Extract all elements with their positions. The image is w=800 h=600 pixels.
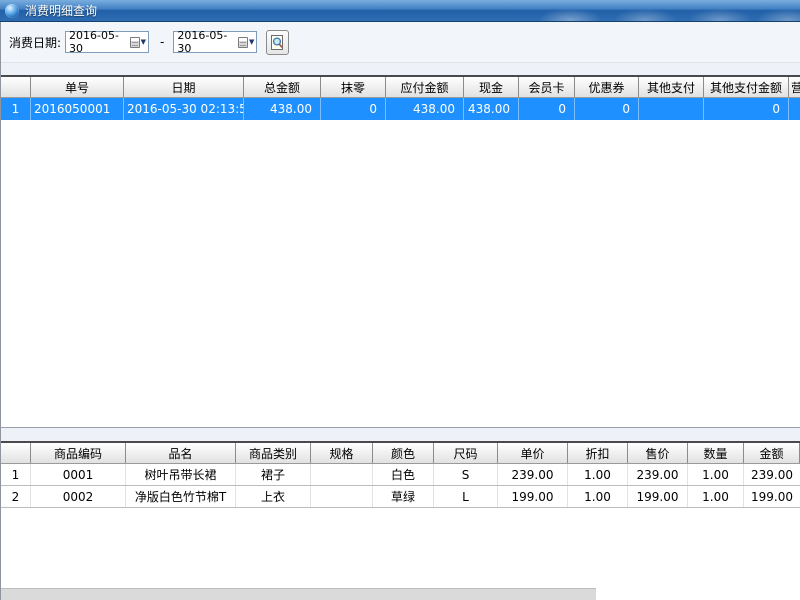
order-no-cell: 2016050001 <box>31 98 124 120</box>
date-from-value: 2016-05-30 <box>69 29 130 55</box>
item-unit-price-cell: 199.00 <box>498 486 568 507</box>
orders-header-other-payment-amount: 其他支付金额 <box>704 77 789 97</box>
items-table: 商品编码 品名 商品类别 规格 颜色 尺码 单价 折扣 售价 数量 金额 1 0… <box>1 441 800 588</box>
date-from-calendar-dropdown-icon[interactable]: ▼ <box>130 37 146 48</box>
order-rownum-cell: 1 <box>1 98 31 120</box>
orders-header-round-off: 抹零 <box>321 77 386 97</box>
app-globe-icon <box>5 4 19 18</box>
status-strip <box>1 588 596 600</box>
items-header-category: 商品类别 <box>236 443 311 463</box>
orders-table-empty-area <box>1 120 800 427</box>
items-table-empty-area <box>1 508 800 588</box>
order-cash-cell: 438.00 <box>464 98 519 120</box>
date-to-calendar-dropdown-icon[interactable]: ▼ <box>238 37 254 48</box>
order-clipped-cell <box>789 98 800 120</box>
date-range-label: 消费日期: <box>9 34 61 51</box>
item-amount-cell: 199.00 <box>744 486 800 507</box>
date-from-input[interactable]: 2016-05-30 ▼ <box>65 31 149 53</box>
items-header-sale-price: 售价 <box>628 443 688 463</box>
toolbar: 消费日期: 2016-05-30 ▼ - 2016-05-30 ▼ <box>1 22 800 62</box>
item-name-cell: 净版白色竹节棉T <box>126 486 236 507</box>
item-qty-cell: 1.00 <box>688 464 744 485</box>
items-table-row-1[interactable]: 1 0001 树叶吊带长裙 裙子 白色 S 239.00 1.00 239.00… <box>1 464 800 486</box>
chevron-down-icon: ▼ <box>249 39 254 46</box>
calendar-icon <box>130 37 140 48</box>
date-range-separator: - <box>160 35 164 49</box>
app-window: 消费明细查询 消费日期: 2016-05-30 ▼ - 2016-05-30 ▼ <box>0 0 800 600</box>
items-header-spec: 规格 <box>311 443 373 463</box>
item-category-cell: 上衣 <box>236 486 311 507</box>
order-date-cell: 2016-05-30 02:13:50 <box>124 98 244 120</box>
item-color-cell: 草绿 <box>373 486 434 507</box>
item-name-cell: 树叶吊带长裙 <box>126 464 236 485</box>
orders-table-row-selected[interactable]: 1 2016050001 2016-05-30 02:13:50 438.00 … <box>1 98 800 120</box>
items-header-qty: 数量 <box>688 443 744 463</box>
item-rownum-cell: 1 <box>1 464 31 485</box>
item-amount-cell: 239.00 <box>744 464 800 485</box>
orders-header-member-card: 会员卡 <box>519 77 575 97</box>
items-header-discount: 折扣 <box>568 443 628 463</box>
status-bar <box>1 588 800 600</box>
chevron-down-icon: ▼ <box>141 39 146 46</box>
date-to-value: 2016-05-30 <box>177 29 238 55</box>
window-content: 消费日期: 2016-05-30 ▼ - 2016-05-30 ▼ <box>0 22 800 600</box>
item-rownum-cell: 2 <box>1 486 31 507</box>
toolbar-table-divider <box>1 62 800 75</box>
orders-header-order-no: 单号 <box>31 77 124 97</box>
search-button[interactable] <box>266 30 289 55</box>
order-member-card-cell: 0 <box>519 98 575 120</box>
orders-header-coupon: 优惠券 <box>575 77 639 97</box>
items-header-amount: 金额 <box>744 443 800 463</box>
items-header-color: 颜色 <box>373 443 434 463</box>
orders-header-other-payment: 其他支付 <box>639 77 704 97</box>
item-size-cell: S <box>434 464 498 485</box>
item-spec-cell <box>311 464 373 485</box>
item-sale-price-cell: 239.00 <box>628 464 688 485</box>
item-discount-cell: 1.00 <box>568 464 628 485</box>
tables-divider <box>1 428 800 441</box>
items-table-header: 商品编码 品名 商品类别 规格 颜色 尺码 单价 折扣 售价 数量 金额 <box>1 441 800 464</box>
item-unit-price-cell: 239.00 <box>498 464 568 485</box>
orders-header-date: 日期 <box>124 77 244 97</box>
items-header-rownum <box>1 443 31 463</box>
order-payable-cell: 438.00 <box>386 98 464 120</box>
item-color-cell: 白色 <box>373 464 434 485</box>
orders-table-header: 单号 日期 总金额 抹零 应付金额 现金 会员卡 优惠券 其他支付 其他支付金额… <box>1 75 800 98</box>
date-to-input[interactable]: 2016-05-30 ▼ <box>173 31 257 53</box>
items-table-row-2[interactable]: 2 0002 净版白色竹节棉T 上衣 草绿 L 199.00 1.00 199.… <box>1 486 800 508</box>
item-code-cell: 0001 <box>31 464 126 485</box>
titlebar: 消费明细查询 <box>0 0 800 22</box>
item-discount-cell: 1.00 <box>568 486 628 507</box>
orders-header-total: 总金额 <box>244 77 321 97</box>
order-other-payment-amount-cell: 0 <box>704 98 789 120</box>
orders-header-payable: 应付金额 <box>386 77 464 97</box>
search-document-icon <box>270 34 285 51</box>
item-category-cell: 裙子 <box>236 464 311 485</box>
items-header-name: 品名 <box>126 443 236 463</box>
item-code-cell: 0002 <box>31 486 126 507</box>
orders-header-cash: 现金 <box>464 77 519 97</box>
order-round-off-cell: 0 <box>321 98 386 120</box>
calendar-icon <box>238 37 248 48</box>
order-other-payment-cell <box>639 98 704 120</box>
orders-header-clipped: 营 <box>789 77 800 97</box>
order-total-cell: 438.00 <box>244 98 321 120</box>
item-sale-price-cell: 199.00 <box>628 486 688 507</box>
items-header-code: 商品编码 <box>31 443 126 463</box>
orders-header-rownum <box>1 77 31 97</box>
items-header-unit-price: 单价 <box>498 443 568 463</box>
item-size-cell: L <box>434 486 498 507</box>
orders-table: 单号 日期 总金额 抹零 应付金额 现金 会员卡 优惠券 其他支付 其他支付金额… <box>1 75 800 428</box>
items-header-size: 尺码 <box>434 443 498 463</box>
item-spec-cell <box>311 486 373 507</box>
item-qty-cell: 1.00 <box>688 486 744 507</box>
window-title: 消费明细查询 <box>25 2 97 19</box>
order-coupon-cell: 0 <box>575 98 639 120</box>
